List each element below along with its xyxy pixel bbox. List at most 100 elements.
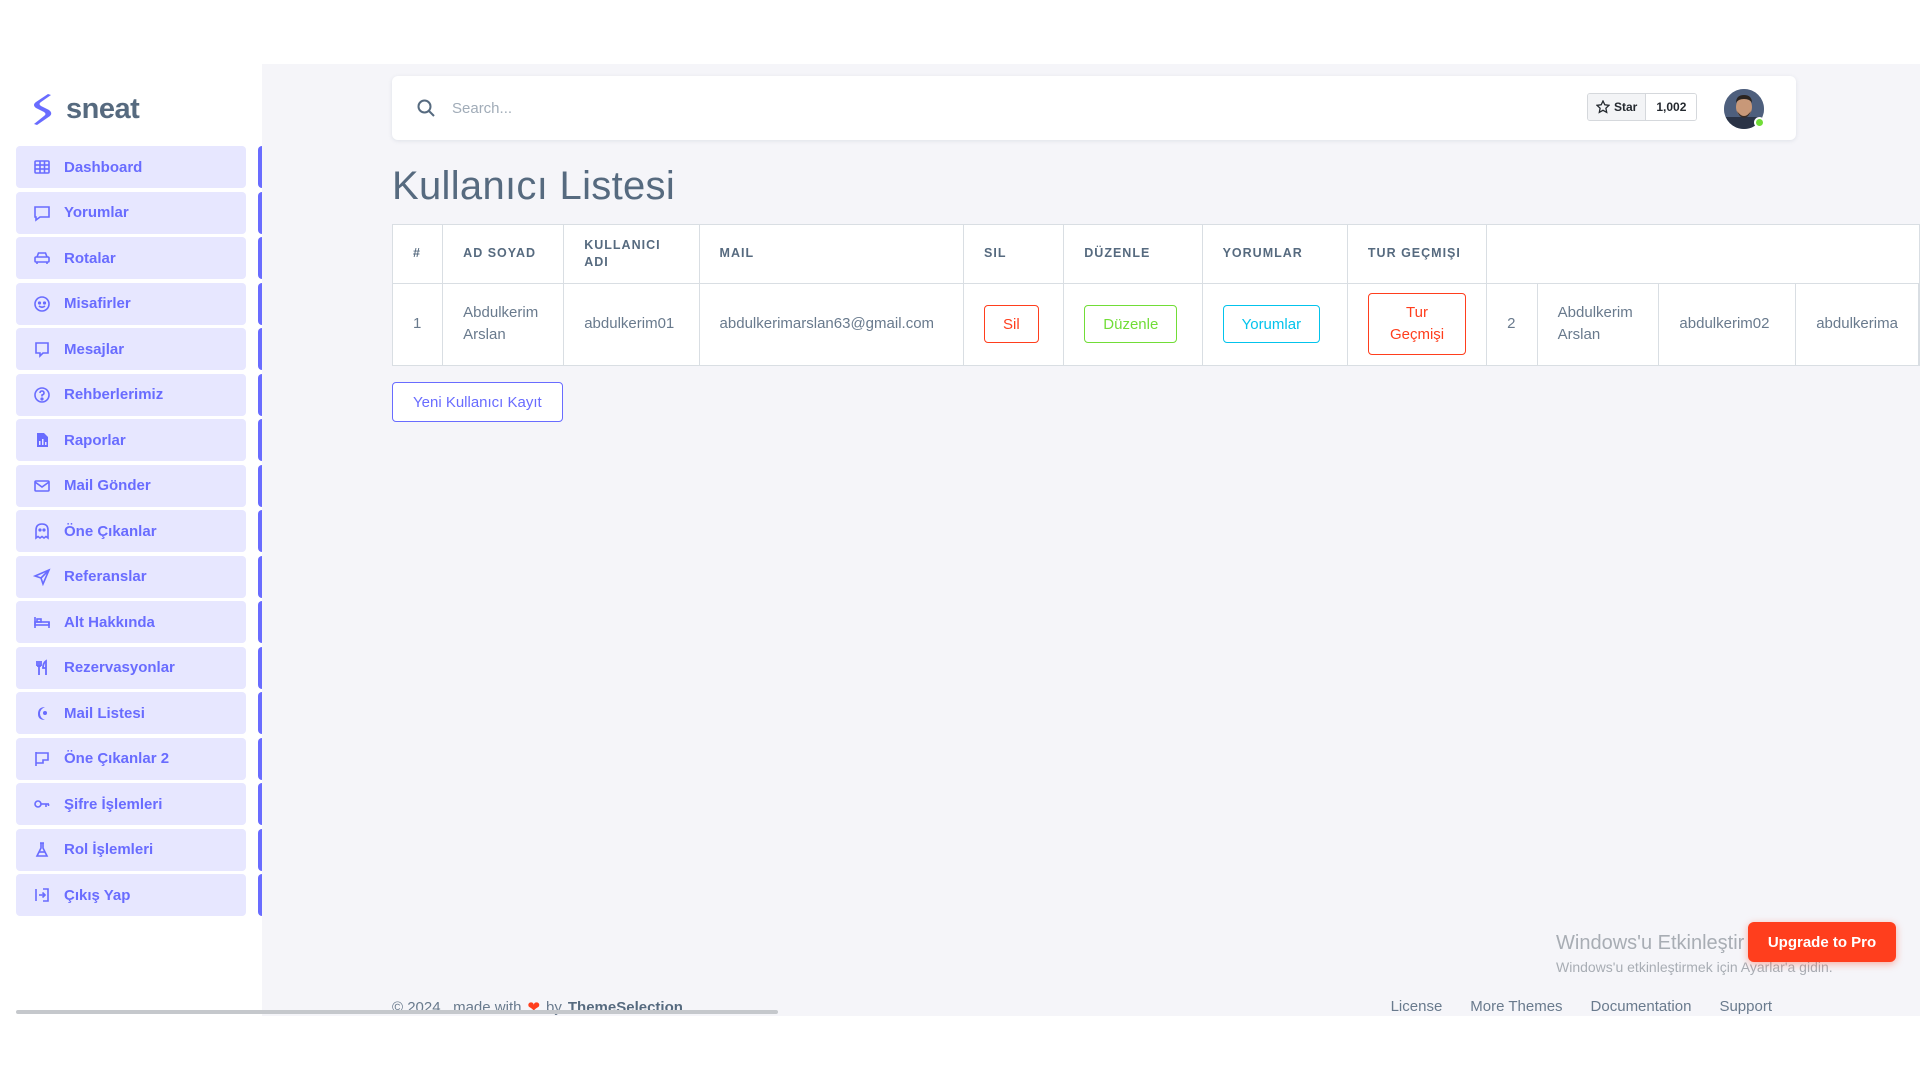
upgrade-to-pro-button[interactable]: Upgrade to Pro <box>1748 922 1896 962</box>
user-username: abdulkerim02 <box>1658 283 1797 365</box>
sidebar-item-label: Misafirler <box>64 295 131 312</box>
tour-history-cell: Tur Geçmişi <box>1347 283 1488 365</box>
user-email: abdulkerima <box>1795 283 1919 365</box>
delete-button[interactable]: Sil <box>984 305 1039 344</box>
envelope-icon <box>33 477 51 495</box>
users-table: # AD SOYAD KULLANICI ADI MAIL SIL DÜZENL… <box>393 225 1919 365</box>
sidebar-item-one-cikanlar[interactable]: Öne Çıkanlar <box>16 510 262 552</box>
report-file-icon <box>33 431 51 449</box>
column-header-empty <box>1537 225 1659 284</box>
comments-button[interactable]: Yorumlar <box>1222 305 1321 344</box>
github-star-button[interactable]: Star <box>1588 94 1647 120</box>
sidebar-item-yorumlar[interactable]: Yorumlar <box>16 191 262 234</box>
user-email: abdulkerimarslan63@gmail.com <box>699 283 965 365</box>
sidebar-item-label: Öne Çıkanlar <box>64 522 157 540</box>
key-icon <box>33 795 51 813</box>
sidebar-item-label: Öne Çıkanlar 2 <box>64 750 170 767</box>
brand[interactable]: sneat <box>30 92 140 126</box>
sidebar-item-label: Yorumlar <box>64 204 129 221</box>
star-count[interactable]: 1,002 <box>1646 94 1697 120</box>
sidebar-item-label: Şifre İşlemleri <box>64 795 163 813</box>
tour-history-button[interactable]: Tur Geçmişi <box>1367 293 1467 356</box>
row-number: 1 <box>393 283 444 365</box>
column-header-empty <box>1658 225 1796 284</box>
smile-icon <box>33 295 51 313</box>
sidebar-item-label: Referanslar <box>64 568 147 585</box>
app-viewport: sneat Dashboard Yorumlar Rotalar Misafir… <box>0 64 1920 1016</box>
send-icon <box>33 567 51 586</box>
column-header: MAIL <box>699 225 965 284</box>
footer-link-support[interactable]: Support <box>1719 998 1772 1016</box>
sneat-logo-icon <box>34 94 52 125</box>
sidebar-item-label: Rotalar <box>64 249 116 267</box>
sidebar-item-label: Rezervasyonlar <box>64 659 175 676</box>
column-header: SIL <box>963 225 1065 284</box>
footer-link-documentation[interactable]: Documentation <box>1591 998 1692 1016</box>
sidebar-item-label: Rehberlerimiz <box>64 386 164 403</box>
star-icon <box>1596 100 1610 114</box>
sidebar-item-mesajlar[interactable]: Mesajlar <box>16 328 262 370</box>
sidebar-item-raporlar[interactable]: Raporlar <box>16 419 262 461</box>
column-header: # <box>393 225 444 284</box>
sidebar-item-dashboard[interactable]: Dashboard <box>16 146 262 188</box>
sidebar-item-rehberlerimiz[interactable]: Rehberlerimiz <box>16 373 262 416</box>
column-header: KULLANICI ADI <box>563 225 700 284</box>
brand-name: sneat <box>66 92 140 125</box>
user-full-name: Abdulkerim Arslan <box>442 283 565 365</box>
column-header: YORUMLAR <box>1202 225 1348 284</box>
sidebar-item-one-cikanlar-2[interactable]: Öne Çıkanlar 2 <box>16 737 262 780</box>
sidebar-item-rezervasyonlar[interactable]: Rezervasyonlar <box>16 646 262 689</box>
sidebar-item-rotalar[interactable]: Rotalar <box>16 237 262 279</box>
chat-icon <box>33 204 51 222</box>
table-row: 1 Abdulkerim Arslan abdulkerim01 abdulke… <box>393 283 1919 365</box>
footer-links: License More Themes Documentation Suppor… <box>1391 998 1772 1016</box>
delete-cell: Sil <box>963 283 1065 365</box>
avatar[interactable] <box>1724 89 1765 129</box>
help-circle-icon <box>33 386 51 404</box>
sidebar-item-alt-hakkinda[interactable]: Alt Hakkında <box>16 601 262 643</box>
edit-button[interactable]: Düzenle <box>1084 305 1178 344</box>
sidebar-item-label: Mesajlar <box>64 340 125 358</box>
horizontal-scrollbar[interactable] <box>16 1010 778 1014</box>
column-header-empty <box>1486 225 1538 284</box>
search-input[interactable] <box>452 94 852 122</box>
grid-icon <box>33 158 51 176</box>
sidebar-item-label: Çıkış Yap <box>64 886 131 904</box>
column-header: TUR GEÇMIŞI <box>1347 225 1488 284</box>
sidebar: sneat Dashboard Yorumlar Rotalar Misafir… <box>0 64 262 1016</box>
message-icon <box>33 340 51 358</box>
sidebar-item-label: Mail Listesi <box>64 704 145 722</box>
new-user-button[interactable]: Yeni Kullanıcı Kayıt <box>392 382 563 422</box>
sidebar-menu: Dashboard Yorumlar Rotalar Misafirler Me… <box>16 146 262 920</box>
sidebar-item-mail-listesi[interactable]: Mail Listesi <box>16 692 262 734</box>
sidebar-item-label: Alt Hakkında <box>64 613 155 631</box>
logout-icon <box>33 886 51 904</box>
sidebar-item-referanslar[interactable]: Referanslar <box>16 555 262 598</box>
column-header: AD SOYAD <box>442 225 565 284</box>
page-title: Kullanıcı Listesi <box>392 164 676 208</box>
edit-cell: Düzenle <box>1063 283 1203 365</box>
search-icon <box>417 99 435 117</box>
sidebar-item-cikis-yap[interactable]: Çıkış Yap <box>16 874 262 916</box>
car-icon <box>33 249 51 267</box>
restaurant-icon <box>33 658 51 677</box>
flag-icon <box>33 750 51 768</box>
online-status-dot <box>1754 117 1765 128</box>
moon-icon <box>33 704 51 722</box>
sidebar-item-misafirler[interactable]: Misafirler <box>16 282 262 325</box>
comments-cell: Yorumlar <box>1202 283 1348 365</box>
user-full-name: Abdulkerim Arslan <box>1537 283 1660 365</box>
users-table-container: # AD SOYAD KULLANICI ADI MAIL SIL DÜZENL… <box>392 224 1920 366</box>
footer-link-license[interactable]: License <box>1391 998 1443 1016</box>
github-star-widget[interactable]: Star 1,002 <box>1587 93 1698 121</box>
ghost-icon <box>33 522 51 540</box>
sidebar-item-rol-islemleri[interactable]: Rol İşlemleri <box>16 828 262 871</box>
footer-link-more-themes[interactable]: More Themes <box>1470 998 1562 1016</box>
sidebar-item-label: Mail Gönder <box>64 477 151 494</box>
lab-icon <box>33 841 51 859</box>
sidebar-item-mail-gonder[interactable]: Mail Gönder <box>16 464 262 507</box>
sidebar-item-sifre-islemleri[interactable]: Şifre İşlemleri <box>16 783 262 825</box>
star-label: Star <box>1614 100 1638 114</box>
sidebar-item-label: Dashboard <box>64 158 143 176</box>
column-header-empty <box>1795 225 1919 284</box>
